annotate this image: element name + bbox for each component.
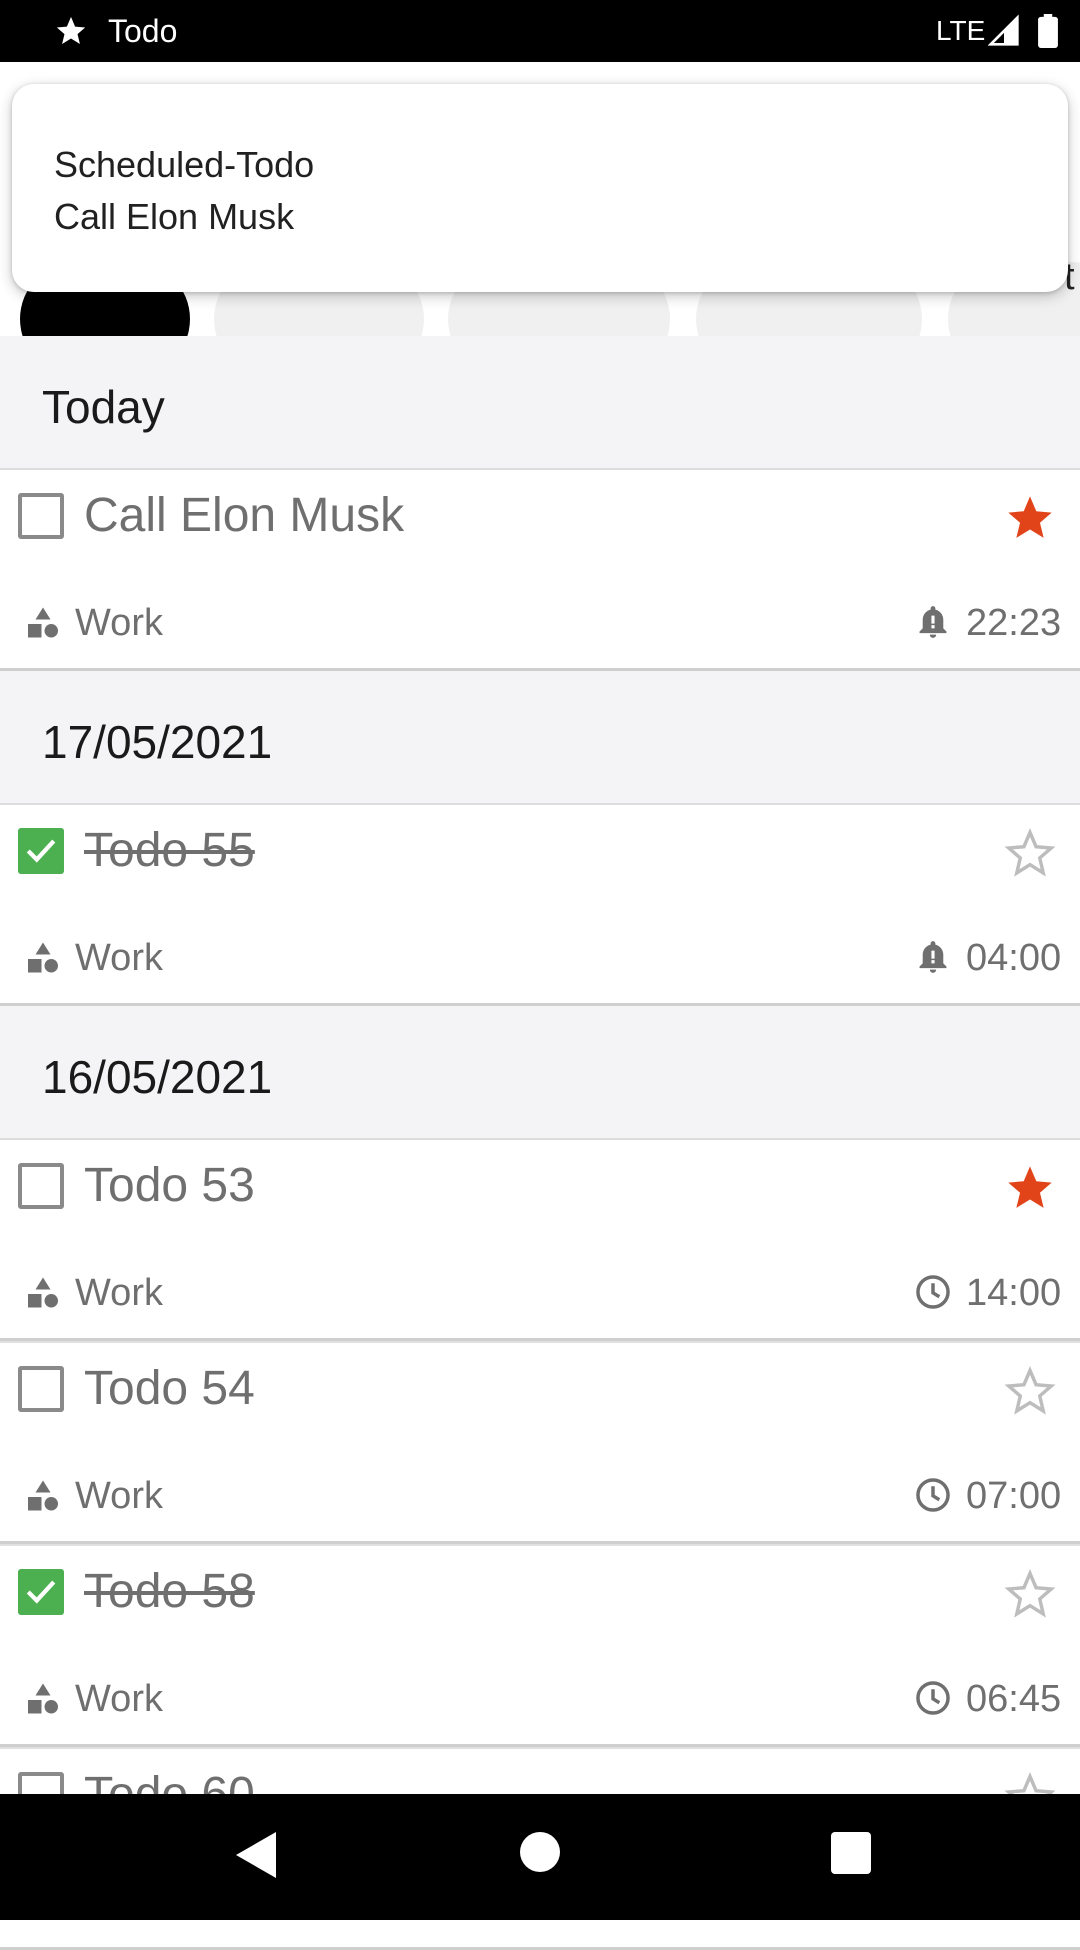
clock-icon <box>916 1681 950 1715</box>
todo-item[interactable]: Todo 58 Work 06:45 <box>0 1544 1080 1747</box>
navigation-bar <box>0 1794 1080 1920</box>
checkmark-icon <box>26 839 56 863</box>
star-icon <box>56 16 86 45</box>
home-icon[interactable] <box>520 1832 560 1872</box>
alarm-icon <box>919 606 947 638</box>
todo-time: 07:00 <box>966 1475 1062 1517</box>
todo-time: 22:23 <box>966 602 1062 644</box>
star-filled-icon[interactable] <box>1004 492 1056 544</box>
star-outline-icon[interactable] <box>1004 1365 1056 1417</box>
star-filled-icon[interactable] <box>1004 1162 1056 1214</box>
notification-text: Call Elon Musk <box>54 196 295 237</box>
recents-icon[interactable] <box>831 1832 871 1874</box>
category-icon <box>28 1683 58 1714</box>
todo-checkbox[interactable] <box>18 1366 64 1412</box>
clock-icon <box>916 1275 950 1309</box>
todo-title: Call Elon Musk <box>84 489 405 542</box>
alarm-icon <box>919 941 947 973</box>
category-icon <box>28 1277 58 1308</box>
network-type: LTE <box>936 15 986 46</box>
todo-checkbox-checked[interactable] <box>18 1569 64 1615</box>
todo-time: 04:00 <box>966 937 1062 979</box>
status-app-name: Todo <box>108 13 178 49</box>
todo-checkbox[interactable] <box>18 493 64 539</box>
section-header: 17/05/2021 <box>0 671 1080 805</box>
section-header: Today <box>0 336 1080 470</box>
todo-category: Work <box>75 602 163 644</box>
todo-title: Todo 58 <box>84 1565 255 1618</box>
todo-category: Work <box>75 937 163 979</box>
signal-icon <box>988 14 1019 46</box>
back-icon[interactable] <box>236 1832 276 1878</box>
heads-up-notification[interactable]: Scheduled-Todo Call Elon Musk <box>12 84 1068 292</box>
todo-title: Todo 54 <box>84 1362 255 1415</box>
todo-checkbox-checked[interactable] <box>18 828 64 874</box>
section-header-label: 17/05/2021 <box>42 716 273 768</box>
todo-category: Work <box>75 1272 163 1314</box>
section-header: 16/05/2021 <box>0 1006 1080 1140</box>
todo-item[interactable]: Todo 54 Work 07:00 <box>0 1341 1080 1544</box>
clock-icon <box>916 1478 950 1512</box>
category-icon <box>28 942 58 973</box>
star-outline-icon[interactable] <box>1004 827 1056 879</box>
todo-item[interactable]: Todo 53 Work 14:00 <box>0 1140 1080 1341</box>
category-icon <box>28 1480 58 1511</box>
todo-checkbox[interactable] <box>18 1163 64 1209</box>
battery-icon <box>1038 14 1058 48</box>
todo-item[interactable]: Todo 55 Work 04:00 <box>0 805 1080 1006</box>
todo-category: Work <box>75 1678 163 1720</box>
todo-item[interactable]: Call Elon Musk Work 22:23 <box>0 470 1080 671</box>
todo-category: Work <box>75 1475 163 1517</box>
notification-title: Scheduled-Todo <box>54 144 315 185</box>
star-outline-icon[interactable] <box>1004 1568 1056 1620</box>
todo-title: Todo 55 <box>84 824 255 877</box>
todo-title: Todo 53 <box>84 1159 255 1212</box>
section-header-label: 16/05/2021 <box>42 1051 273 1103</box>
category-icon <box>28 607 58 638</box>
todo-list: Today Call Elon Musk Work 22:23 17/05/20… <box>0 336 1080 1950</box>
todo-time: 14:00 <box>966 1272 1062 1314</box>
checkmark-icon <box>26 1580 56 1604</box>
todo-time: 06:45 <box>966 1678 1062 1720</box>
section-header-label: Today <box>42 381 165 433</box>
status-bar: Todo LTE <box>0 0 1080 62</box>
